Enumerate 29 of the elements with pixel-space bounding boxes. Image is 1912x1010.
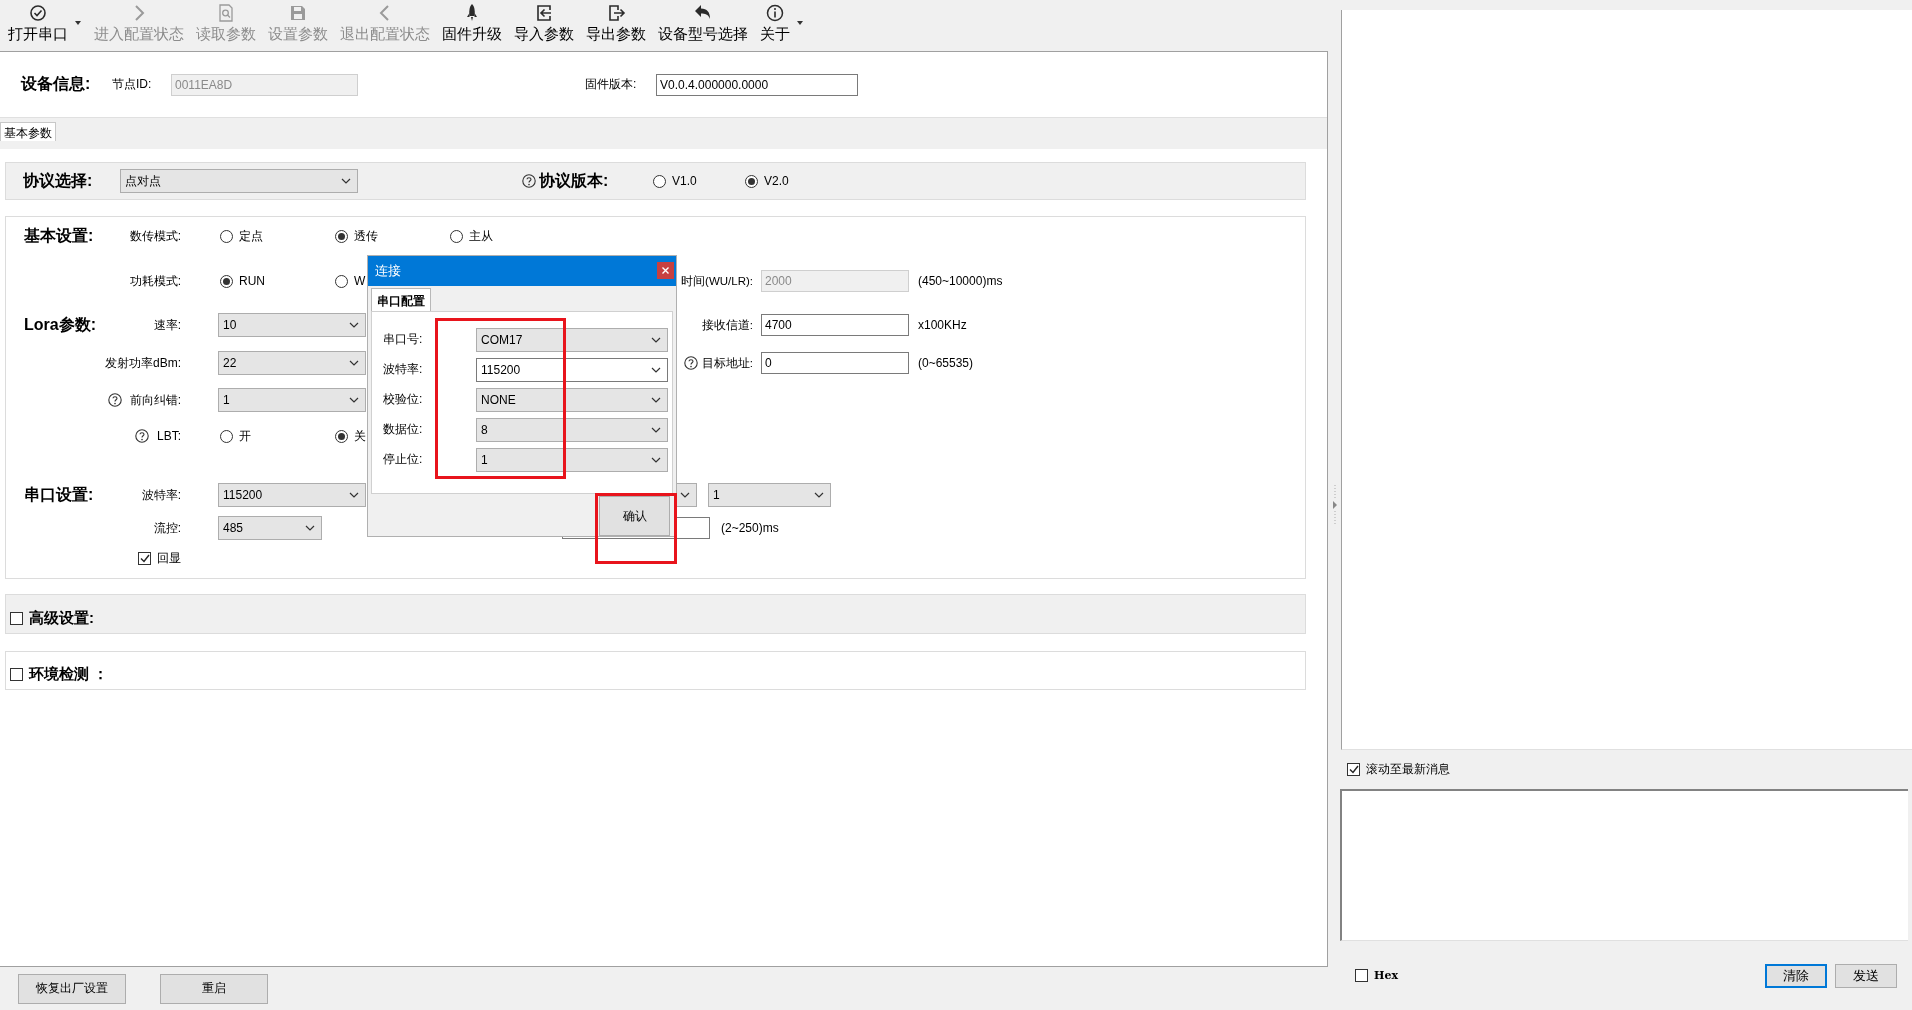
section-title: Lora参数: bbox=[24, 315, 96, 333]
unit-label: (2~250)ms bbox=[721, 521, 779, 535]
field-label: 串口号: bbox=[383, 331, 424, 349]
field-label: 流控: bbox=[153, 519, 181, 537]
field-label: 目标地址: bbox=[701, 355, 753, 371]
field-label: LBT: bbox=[157, 429, 181, 443]
section-title: 协议选择: bbox=[23, 170, 94, 191]
section-title: 设备信息: bbox=[21, 74, 92, 94]
dialog-title: 连接 bbox=[375, 261, 401, 280]
field-label: 接收信道: bbox=[701, 317, 753, 333]
unit-label: (450~10000)ms bbox=[918, 274, 1003, 288]
field-label: 功耗模式: bbox=[129, 272, 181, 290]
field-label: 速率: bbox=[153, 316, 181, 334]
section-title: 基本设置: bbox=[24, 226, 94, 244]
field-label: 校验位: bbox=[383, 391, 424, 409]
field-label: 停止位: bbox=[383, 451, 424, 469]
field-label: 节点ID: bbox=[112, 76, 153, 93]
field-label: 波特率: bbox=[383, 361, 424, 379]
field-label: 前向纠错: bbox=[129, 391, 181, 409]
field-label: 波特率: bbox=[141, 486, 181, 504]
unit-label: x100KHz bbox=[918, 318, 967, 332]
section-title: 协议版本: bbox=[539, 170, 610, 191]
field-label: 数传模式: bbox=[129, 227, 181, 245]
section-title: 串口设置: bbox=[24, 485, 94, 503]
field-label: 时间(WU/LR): bbox=[681, 273, 753, 289]
field-label: 数据位: bbox=[383, 421, 424, 439]
field-label: 固件版本: bbox=[585, 76, 638, 93]
unit-label: (0~65535) bbox=[918, 356, 974, 370]
field-label: 发射功率dBm: bbox=[105, 354, 181, 372]
